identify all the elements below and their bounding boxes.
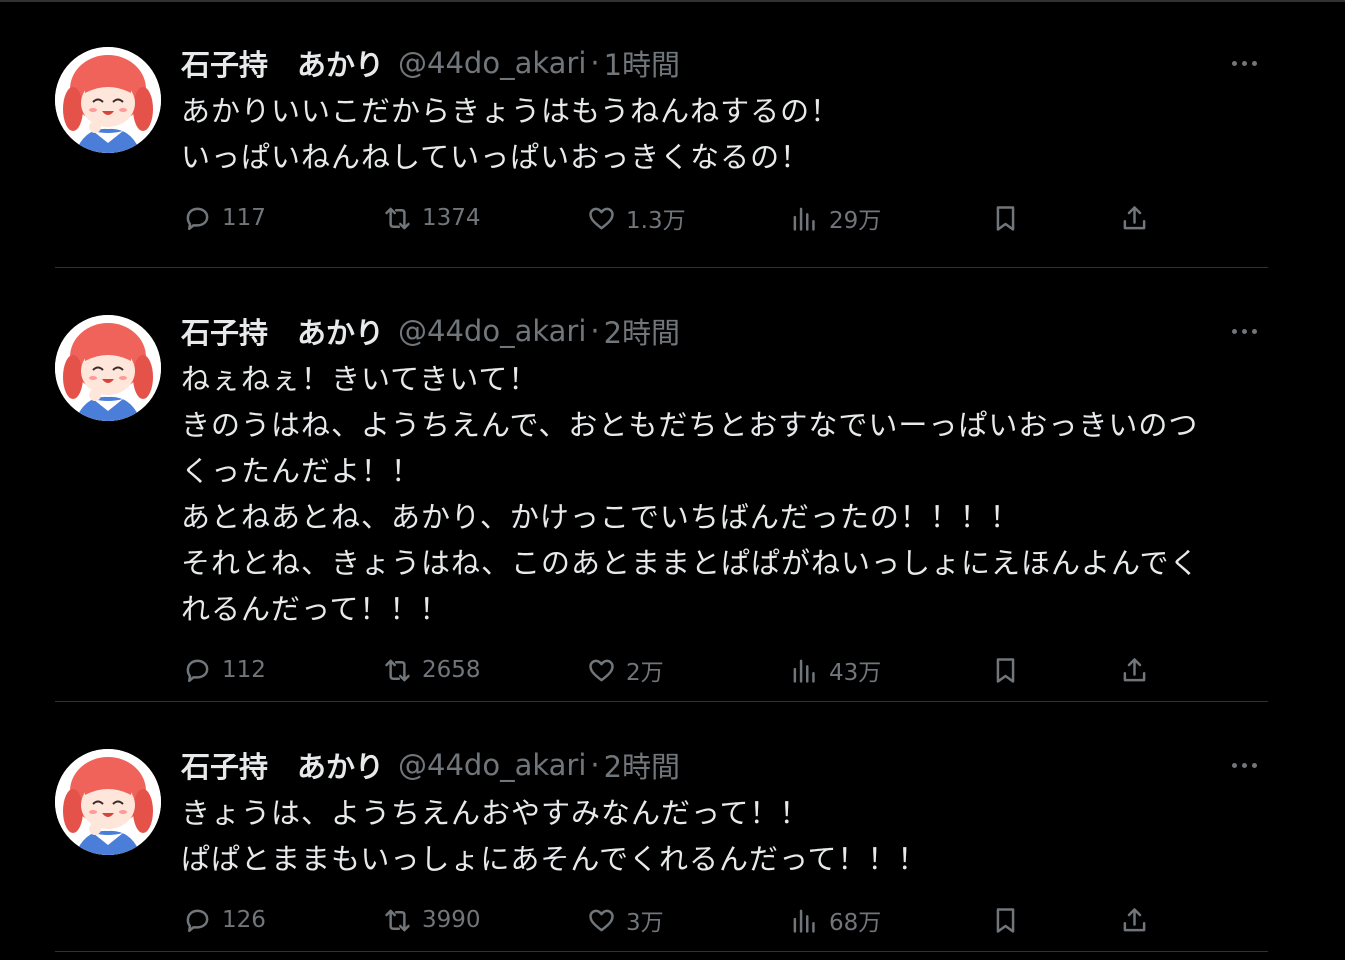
retweet-arrows-icon: [385, 659, 410, 681]
avatar-image: [55, 749, 161, 855]
avatar[interactable]: [55, 315, 161, 421]
views-count: 68万: [829, 910, 882, 936]
display-name[interactable]: 石子持 あかり: [181, 744, 384, 786]
avatar-image: [55, 47, 161, 153]
views-button[interactable]: 29万: [788, 198, 881, 238]
tweet[interactable]: 石子持 あかり @44do_akari · 1時間 あかりいいこだからきょうはも…: [55, 0, 1268, 268]
like-button[interactable]: 1.3万: [585, 198, 686, 238]
tweet-text-line: ぱぱとままもいっしょにあそんでくれるんだって！！！: [181, 842, 928, 876]
like-count: 1.3万: [626, 208, 686, 234]
speech-bubble-icon: [186, 909, 209, 932]
like-count: 3万: [626, 910, 664, 936]
like-button[interactable]: 2万: [585, 650, 664, 690]
avatar-image: [55, 315, 161, 421]
more-options-button[interactable]: [1232, 752, 1268, 778]
tweet-header: 石子持 あかり @44do_akari · 2時間: [181, 744, 1268, 786]
views-count: 29万: [829, 208, 882, 234]
reply-button[interactable]: 117: [181, 198, 266, 238]
tweet-text-line: いっぱいねんねしていっぱいおっきくなるの！: [181, 140, 811, 174]
reply-button[interactable]: 112: [181, 650, 266, 690]
separator: ·: [590, 46, 600, 80]
user-handle[interactable]: @44do_akari: [398, 748, 586, 782]
share-upload-icon: [1123, 657, 1146, 681]
share-upload-icon: [1123, 907, 1146, 931]
more-dots-icon: [1232, 762, 1257, 768]
retweet-button[interactable]: 2658: [381, 650, 481, 690]
retweet-arrows-icon: [385, 207, 410, 229]
reply-count: 117: [222, 205, 266, 231]
tweet-text-line: それとね、きょうはね、このあとままとぱぱがねいっしょにえほんよんでく: [181, 546, 1200, 580]
more-dots-icon: [1232, 60, 1257, 66]
timeline: 石子持 あかり @44do_akari · 1時間 あかりいいこだからきょうはも…: [55, 0, 1268, 952]
avatar[interactable]: [55, 47, 161, 153]
like-button[interactable]: 3万: [585, 900, 664, 940]
bookmark-icon: [996, 205, 1015, 231]
tweet-text-line: きょうは、ようちえんおやすみなんだって！！: [181, 796, 810, 830]
bookmark-button[interactable]: [989, 198, 1022, 238]
timestamp[interactable]: 2時間: [604, 310, 680, 352]
display-name[interactable]: 石子持 あかり: [181, 42, 384, 84]
more-dots-icon: [1232, 328, 1257, 334]
user-handle[interactable]: @44do_akari: [398, 46, 586, 80]
action-bar: 117 1374 1.3万 29万: [181, 198, 1268, 238]
share-upload-icon: [1123, 205, 1146, 229]
retweet-count: 2658: [422, 657, 481, 683]
views-button[interactable]: 68万: [788, 900, 881, 940]
retweet-count: 3990: [422, 907, 481, 933]
tweet-header: 石子持 あかり @44do_akari · 1時間: [181, 42, 1268, 84]
speech-bubble-icon: [186, 659, 209, 682]
heart-icon: [589, 909, 614, 931]
tweet-text-line: きのうはね、ようちえんで、おともだちとおすなでいーっぱいおっきいのつ: [181, 408, 1199, 442]
bar-chart-icon: [793, 659, 815, 683]
more-options-button[interactable]: [1232, 318, 1268, 344]
tweet-text: あかりいいこだからきょうはもうねんねするの！ いっぱいねんねしていっぱいおっきく…: [181, 88, 1266, 180]
tweet-content: 石子持 あかり @44do_akari · 2時間 きょうは、ようちえんおやすみ…: [181, 744, 1268, 940]
reply-count: 112: [222, 657, 266, 683]
avatar[interactable]: [55, 749, 161, 855]
retweet-arrows-icon: [385, 909, 410, 931]
retweet-button[interactable]: 3990: [381, 900, 481, 940]
heart-icon: [589, 659, 614, 681]
speech-bubble-icon: [186, 207, 209, 230]
views-button[interactable]: 43万: [788, 650, 881, 690]
separator: ·: [590, 748, 600, 782]
tweet-text-line: れるんだって！！！: [181, 592, 450, 626]
tweet-text: きょうは、ようちえんおやすみなんだって！！ ぱぱとままもいっしょにあそんでくれる…: [181, 790, 1266, 882]
tweet-text-line: あとねあとね、あかり、かけっこでいちばんだったの！！！！: [181, 500, 1020, 534]
tweet-text-line: くったんだよ！！: [181, 454, 422, 488]
bookmark-icon: [996, 907, 1015, 933]
display-name[interactable]: 石子持 あかり: [181, 310, 384, 352]
share-button[interactable]: [1118, 650, 1151, 690]
like-count: 2万: [626, 660, 664, 686]
timestamp[interactable]: 1時間: [604, 42, 680, 84]
action-bar: 126 3990 3万 68万: [181, 900, 1268, 940]
tweet[interactable]: 石子持 あかり @44do_akari · 2時間 ねぇねぇ！きいてきいて！ き…: [55, 268, 1268, 702]
timestamp[interactable]: 2時間: [604, 744, 680, 786]
separator: ·: [590, 314, 600, 348]
retweet-button[interactable]: 1374: [381, 198, 481, 238]
share-button[interactable]: [1118, 198, 1151, 238]
tweet-text-line: ねぇねぇ！きいてきいて！: [181, 362, 539, 396]
heart-icon: [589, 207, 614, 229]
more-options-button[interactable]: [1232, 50, 1268, 76]
tweet-content: 石子持 あかり @44do_akari · 2時間 ねぇねぇ！きいてきいて！ き…: [181, 310, 1268, 690]
share-button[interactable]: [1118, 900, 1151, 940]
bar-chart-icon: [793, 207, 815, 231]
tweet[interactable]: 石子持 あかり @44do_akari · 2時間 きょうは、ようちえんおやすみ…: [55, 702, 1268, 952]
bookmark-button[interactable]: [989, 900, 1022, 940]
tweet-text-line: あかりいいこだからきょうはもうねんねするの！: [181, 94, 841, 128]
tweet-header: 石子持 あかり @44do_akari · 2時間: [181, 310, 1268, 352]
reply-button[interactable]: 126: [181, 900, 266, 940]
user-handle[interactable]: @44do_akari: [398, 314, 586, 348]
retweet-count: 1374: [422, 205, 481, 231]
reply-count: 126: [222, 907, 266, 933]
views-count: 43万: [829, 660, 882, 686]
bar-chart-icon: [793, 909, 815, 933]
bookmark-icon: [996, 657, 1015, 683]
tweet-text: ねぇねぇ！きいてきいて！ きのうはね、ようちえんで、おともだちとおすなでいーっぱ…: [181, 356, 1266, 632]
action-bar: 112 2658 2万 43万: [181, 650, 1268, 690]
tweet-content: 石子持 あかり @44do_akari · 1時間 あかりいいこだからきょうはも…: [181, 42, 1268, 238]
bookmark-button[interactable]: [989, 650, 1022, 690]
